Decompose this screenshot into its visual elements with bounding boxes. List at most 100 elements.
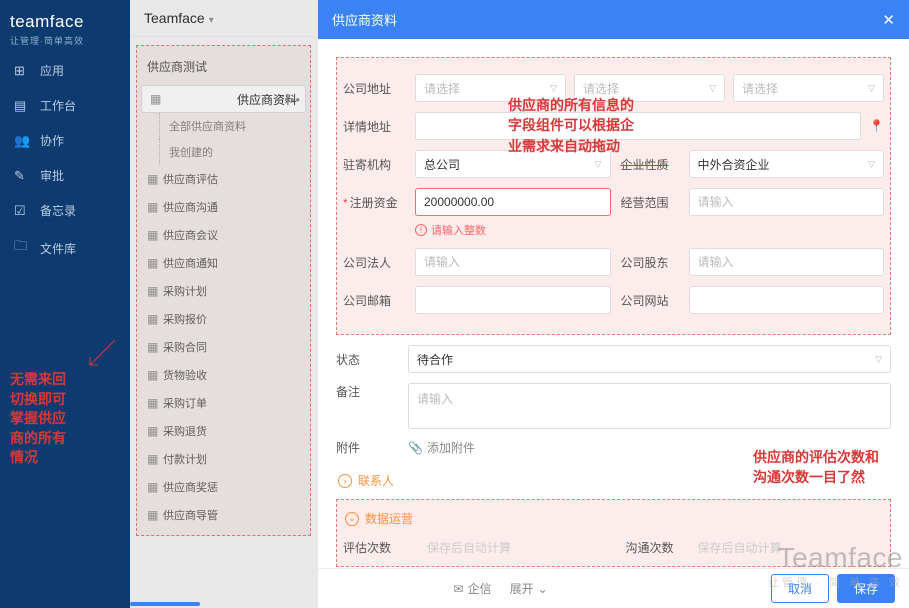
tree-item[interactable]: ▦付款计划 [141,445,306,473]
panel-footer: ✉ 企信 展开 ⌄ 取消 保存 [318,568,909,608]
tree-item-label: 采购订单 [163,395,207,411]
nav-item-2[interactable]: 👥协作 [0,123,130,158]
nav-icon: ⊞ [14,63,32,79]
field-label: 驻寄机构 [343,156,415,173]
field-label: 经营范围 [621,188,679,216]
nav-label: 审批 [40,167,64,184]
tree-item-icon: ▦ [147,340,163,354]
highlighted-ops-section: ⌄数据运营 评估次数 保存后自动计算 沟通次数 保存后自动计算 [336,499,891,567]
panel-title: 供应商资料 [332,10,397,29]
close-icon[interactable]: ✕ [882,11,895,29]
nav-item-1[interactable]: ▤工作台 [0,88,130,123]
tree-title: 供应商测试 [141,52,306,85]
tree-item-icon: ▦ [147,452,163,466]
detail-address-input[interactable] [415,112,861,140]
location-icon[interactable]: 📍 [869,119,884,133]
nav-label: 文件库 [40,240,76,257]
nav-item-5[interactable]: 🗀 文件库 [0,228,130,268]
field-label: 沟通次数 [626,539,686,556]
nav-item-3[interactable]: ✎ 审批 [0,158,130,193]
eval-count-value: 保存后自动计算 [427,539,614,556]
save-button[interactable]: 保存 [837,574,895,603]
nav-label: 备忘录 [40,202,76,219]
tree-item-label: 供应商沟通 [163,199,218,215]
more-icon[interactable]: ••• [284,92,301,107]
tree-item[interactable]: ▦采购订单 [141,389,306,417]
tree-item-label: 采购报价 [163,311,207,327]
field-label: 公司股东 [621,248,679,276]
field-label: 公司法人 [343,254,415,271]
tree-item-icon: ▦ [147,368,163,382]
nav-icon: ☑ [14,203,32,219]
secondary-sidebar: Teamface▾ 供应商测试 ▦供应商资料•••全部供应商资料我创建的▦供应商… [130,0,318,608]
tree-item-label: 供应商奖惩 [163,479,218,495]
nav-icon: ✎ [14,168,32,184]
attach-button[interactable]: 📎添加附件 [408,439,475,456]
tree-item[interactable]: ▦供应商沟通 [141,193,306,221]
tree-item[interactable]: ▦供应商奖惩 [141,473,306,501]
tree-item-icon: ▦ [147,284,163,298]
district-select[interactable]: 请选择▽ [733,74,884,102]
tree-item-label: 供应商评估 [163,171,218,187]
capital-input[interactable] [415,188,611,216]
draft-button[interactable]: ✉ 企信 [454,580,492,597]
tree-item-icon: ▦ [147,508,163,522]
tree-sub-item[interactable]: 全部供应商资料 [141,113,306,139]
tree-item[interactable]: ▦货物验收 [141,361,306,389]
status-select[interactable]: 待合作▽ [408,345,891,373]
cancel-button[interactable]: 取消 [771,574,829,603]
tree-item-icon: ▦ [147,200,163,214]
tree-item-label: 采购退货 [163,423,207,439]
tree-item[interactable]: ▦供应商会议 [141,221,306,249]
detail-panel: 供应商资料 ✕ 供应商的所有信息的字段组件可以根据企业需求来自动拖动 公司地址 … [318,0,909,608]
field-label: 详情地址 [343,118,415,135]
shareholder-input[interactable] [689,248,885,276]
ent-type-select[interactable]: 中外合资企业▽ [689,150,885,178]
comm-count-value: 保存后自动计算 [698,539,885,556]
tree-item-icon: ▦ [147,424,163,438]
panel-header: 供应商资料 ✕ [318,0,909,39]
annotation-1: 无需来回切换即可掌握供应商的所有情况 [10,370,66,468]
workspace-selector[interactable]: Teamface▾ [130,0,317,37]
tree-sub-item[interactable]: 我创建的 [141,139,306,165]
website-input[interactable] [689,286,885,314]
tree-item[interactable]: ▦供应商资料••• [141,85,306,113]
email-input[interactable] [415,286,611,314]
tree-item[interactable]: ▦采购合同 [141,333,306,361]
tree-item[interactable]: ▦采购退货 [141,417,306,445]
bottom-slider[interactable] [130,602,200,606]
nav-label: 工作台 [40,97,76,114]
expand-button[interactable]: 展开 ⌄ [510,580,548,597]
tree-item[interactable]: ▦供应商评估 [141,165,306,193]
field-label: 备注 [336,383,408,400]
legal-person-input[interactable] [415,248,611,276]
field-label: 评估次数 [343,539,415,556]
scope-input[interactable] [689,188,885,216]
section-toggle-ops[interactable]: ⌄数据运营 [343,504,884,533]
annotation-2: 供应商的所有信息的字段组件可以根据企业需求来自动拖动 [508,95,634,156]
nav-icon: 👥 [14,133,32,149]
brand-logo: teamface 让管理·简单高效 [0,0,130,53]
tree-item[interactable]: ▦供应商通知 [141,249,306,277]
module-tree: 供应商测试 ▦供应商资料•••全部供应商资料我创建的▦供应商评估▦供应商沟通▦供… [136,45,311,536]
nav-item-4[interactable]: ☑ 备忘录 [0,193,130,228]
tree-item-icon: ▦ [150,92,166,106]
tree-item-label: 供应商导管 [163,507,218,523]
nav-item-0[interactable]: ⊞应用 [0,53,130,88]
field-label: 公司地址 [343,80,415,97]
nav-icon: 🗀 [14,237,32,259]
tree-item-label: 采购计划 [163,283,207,299]
tree-item-icon: ▦ [147,256,163,270]
brand-slogan: 让管理·简单高效 [10,34,120,47]
field-label: 状态 [336,351,408,368]
error-message: !请输入整数 [415,222,884,238]
tree-item-label: 供应商通知 [163,255,218,271]
main-sidebar: teamface 让管理·简单高效 ⊞应用▤工作台👥协作✎审批☑备忘录🗀文件库 … [0,0,130,608]
field-label: 公司网站 [621,286,679,314]
tree-item[interactable]: ▦采购报价 [141,305,306,333]
paperclip-icon: 📎 [408,441,423,455]
tree-item[interactable]: ▦供应商导管 [141,501,306,529]
field-label: 注册资金 [343,194,415,211]
remark-textarea[interactable]: 请输入 [408,383,891,429]
tree-item[interactable]: ▦采购计划 [141,277,306,305]
